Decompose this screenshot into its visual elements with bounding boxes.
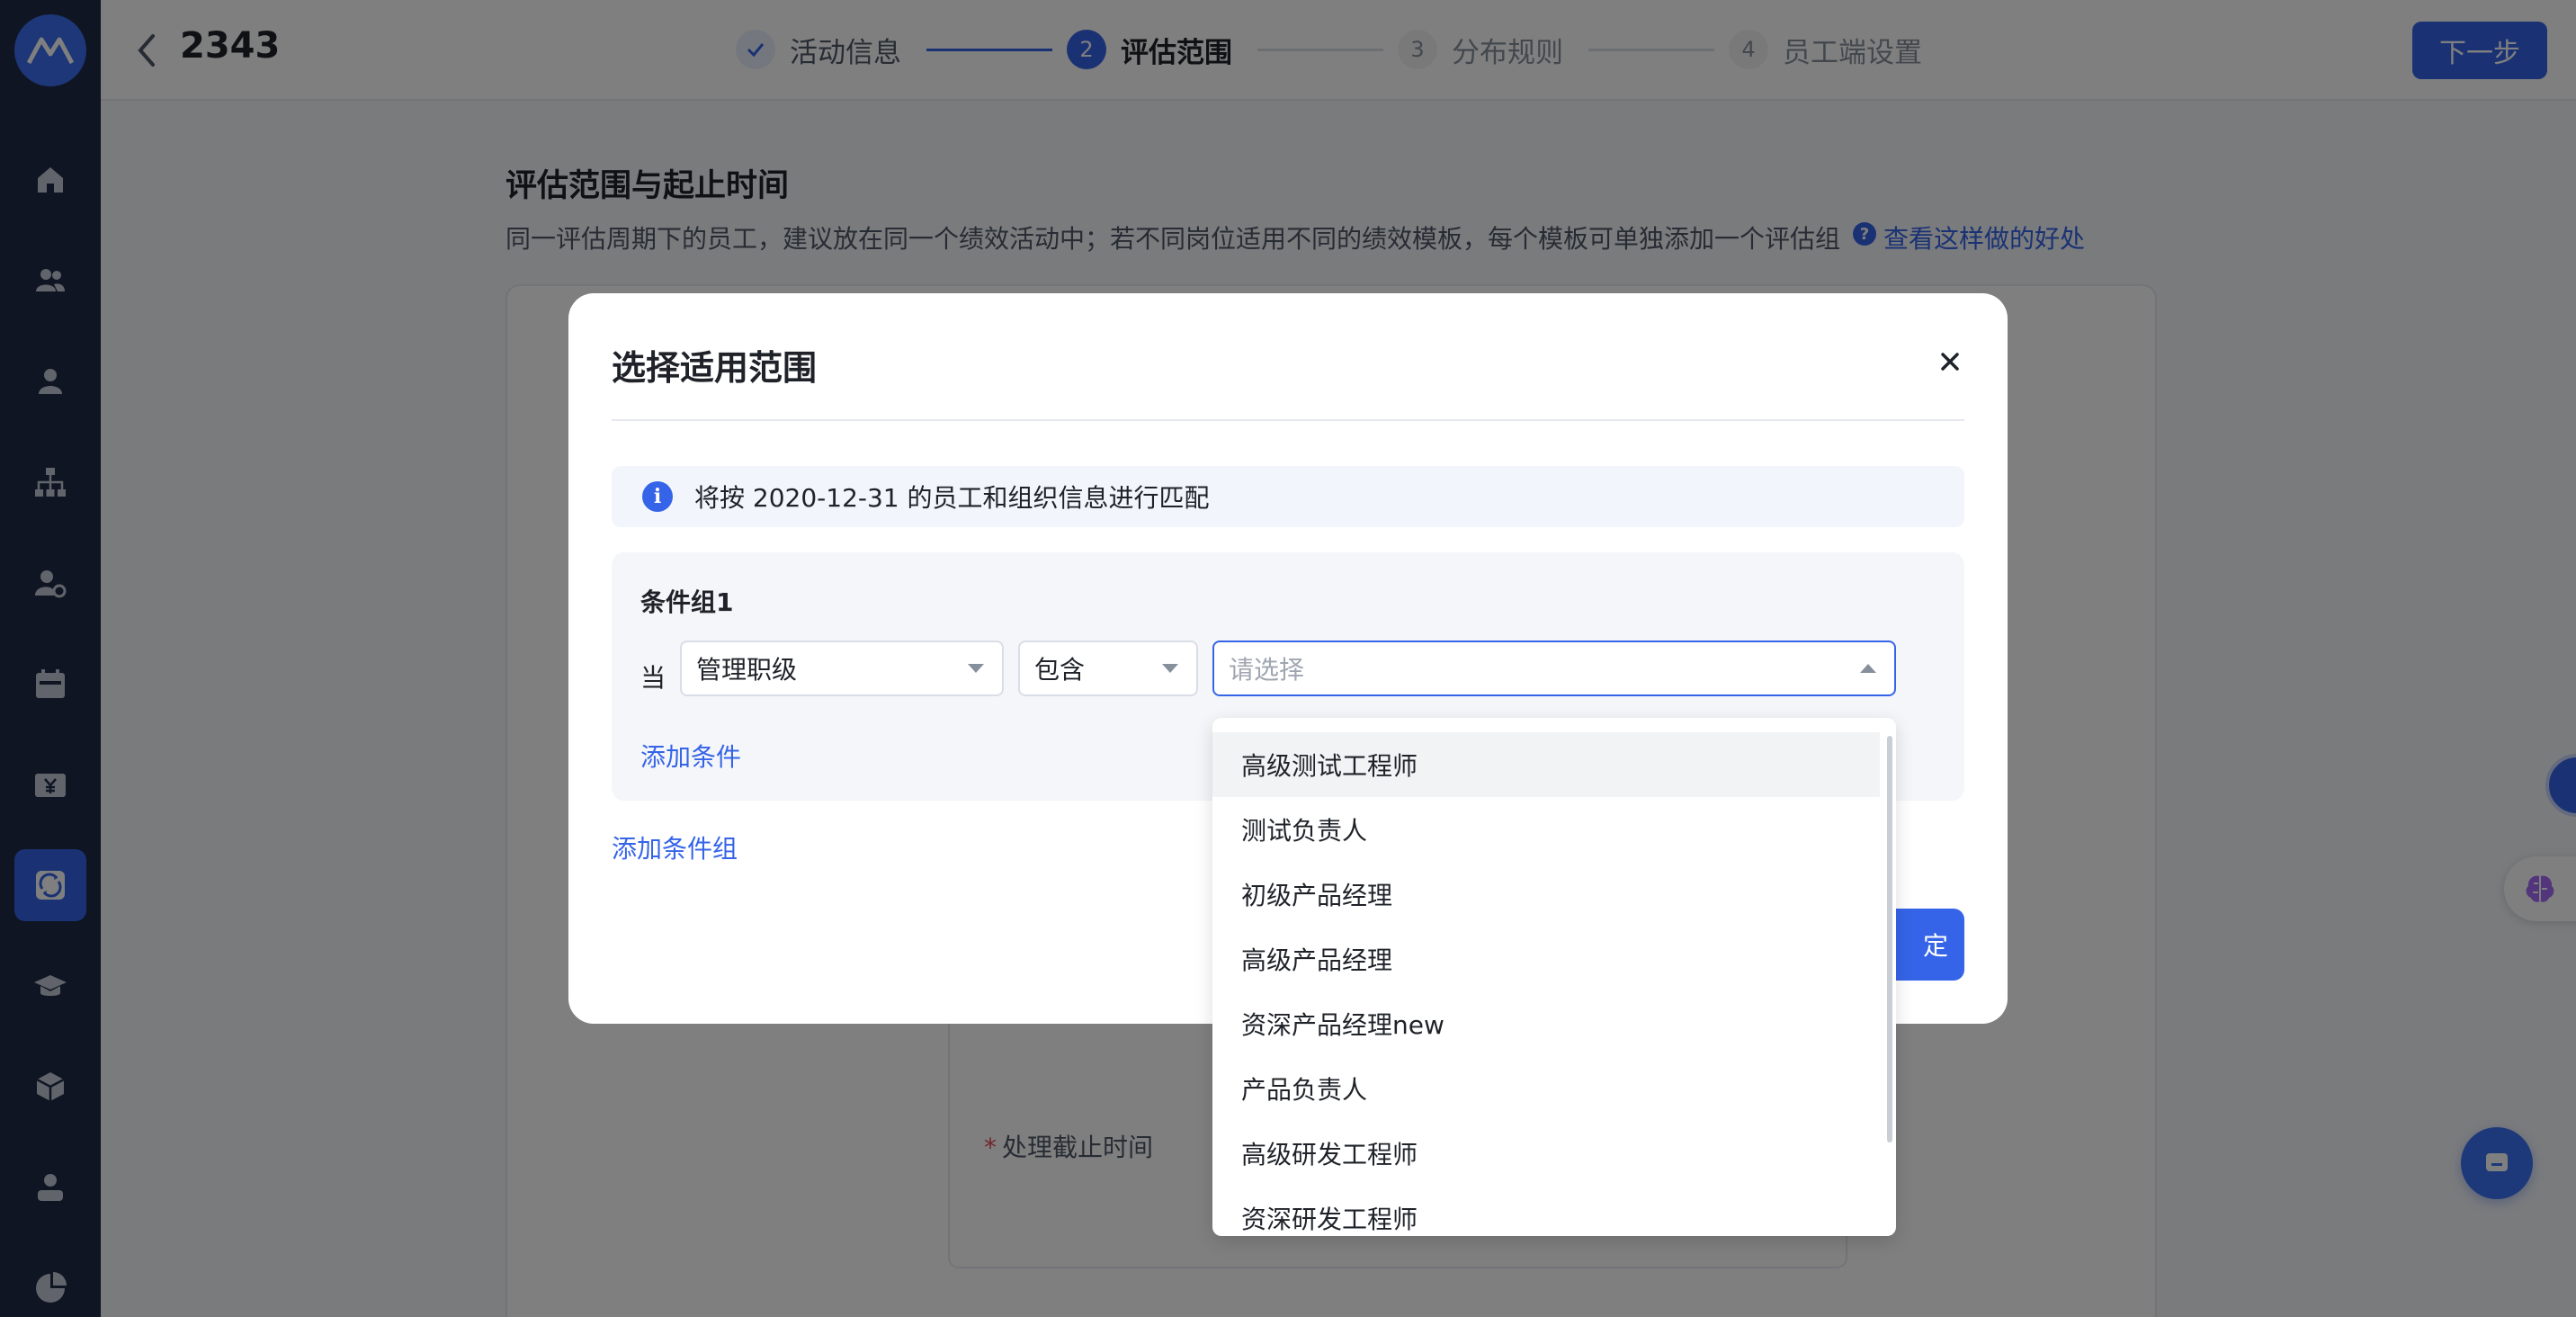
dropdown-option[interactable]: 高级测试工程师 (1212, 732, 1880, 797)
field-select-value: 管理职级 (696, 655, 798, 685)
info-banner: i 将按 2020-12-31 的员工和组织信息进行匹配 (612, 466, 1964, 527)
add-condition-group-link[interactable]: 添加条件组 (612, 829, 738, 865)
condition-group-title: 条件组1 (640, 587, 734, 617)
value-select-placeholder: 请选择 (1229, 655, 1305, 685)
dropdown-scrollbar[interactable] (1887, 736, 1892, 1142)
dropdown-option[interactable]: 资深研发工程师 (1212, 1186, 1880, 1236)
chevron-down-icon (1162, 664, 1178, 673)
add-condition-link[interactable]: 添加条件 (640, 738, 741, 774)
modal-title: 选择适用范围 (612, 348, 818, 388)
modal-divider (612, 419, 1964, 421)
dropdown-option[interactable]: 高级研发工程师 (1212, 1121, 1880, 1186)
operator-select[interactable]: 包含 (1018, 641, 1198, 696)
info-text: 将按 2020-12-31 的员工和组织信息进行匹配 (694, 483, 1210, 513)
chevron-down-icon (968, 664, 984, 673)
dropdown-option[interactable]: 测试负责人 (1212, 797, 1880, 862)
when-label: 当 (640, 663, 666, 693)
chevron-up-icon (1860, 664, 1876, 673)
dropdown-option[interactable]: 资深产品经理new (1212, 991, 1880, 1056)
operator-select-value: 包含 (1034, 655, 1086, 685)
field-select[interactable]: 管理职级 (680, 641, 1004, 696)
dropdown-option[interactable]: 产品负责人 (1212, 1056, 1880, 1121)
dropdown-option[interactable]: 高级产品经理 (1212, 927, 1880, 991)
value-dropdown: 高级测试工程师 测试负责人 初级产品经理 高级产品经理 资深产品经理new 产品… (1212, 718, 1896, 1236)
value-select[interactable]: 请选择 (1212, 641, 1896, 696)
info-icon: i (642, 481, 673, 512)
dropdown-option[interactable]: 初级产品经理 (1212, 862, 1880, 927)
close-icon[interactable] (1932, 344, 1968, 380)
